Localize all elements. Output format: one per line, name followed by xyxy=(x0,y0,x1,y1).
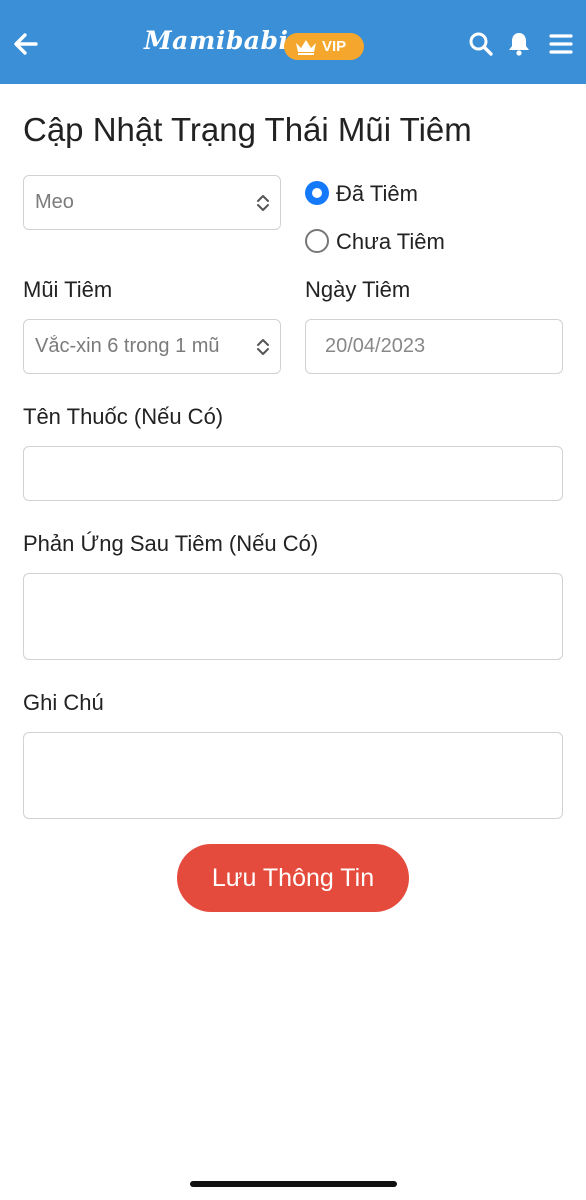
menu-button[interactable] xyxy=(547,30,575,58)
app-logo[interactable]: Mamibabi xyxy=(144,26,288,55)
vaccine-select-value: Vắc-xin 6 trong 1 mũ xyxy=(35,335,220,357)
medicine-input[interactable] xyxy=(23,446,563,501)
back-button[interactable] xyxy=(10,28,42,60)
notification-button[interactable] xyxy=(505,30,533,58)
child-select-value: Meo xyxy=(35,191,74,213)
note-label: Ghi Chú xyxy=(23,690,104,715)
note-textarea[interactable] xyxy=(23,732,563,819)
radio-selected-icon xyxy=(305,181,329,205)
save-button[interactable]: Lưu Thông Tin xyxy=(177,844,409,912)
chevron-up-down-icon xyxy=(257,195,269,211)
date-input[interactable]: 20/04/2023 xyxy=(305,319,563,374)
page-title: Cập Nhật Trạng Thái Mũi Tiêm xyxy=(23,111,472,148)
vaccine-select[interactable]: Vắc-xin 6 trong 1 mũ xyxy=(23,319,281,374)
arrow-left-icon xyxy=(14,33,38,55)
date-label: Ngày Tiêm xyxy=(305,277,411,302)
vip-badge[interactable]: VIP xyxy=(284,33,364,60)
radio-unselected-icon xyxy=(305,229,329,253)
medicine-label: Tên Thuốc (Nếu Có) xyxy=(23,404,224,429)
search-icon xyxy=(469,32,493,56)
app-header: Mamibabi VIP xyxy=(0,0,586,84)
bell-icon xyxy=(509,33,529,56)
radio-da-tiem[interactable]: Đã Tiêm xyxy=(305,179,505,209)
radio-chua-tiem[interactable]: Chưa Tiêm xyxy=(305,227,505,257)
chevron-up-down-icon xyxy=(257,339,269,355)
search-button[interactable] xyxy=(467,30,495,58)
radio-label-chua-tiem: Chưa Tiêm xyxy=(336,229,445,254)
crown-icon xyxy=(296,40,316,55)
date-value: 20/04/2023 xyxy=(325,335,426,357)
hamburger-menu-icon xyxy=(549,34,573,54)
reaction-label: Phản Ứng Sau Tiêm (Nếu Có) xyxy=(23,531,319,556)
vaccine-label: Mũi Tiêm xyxy=(23,277,113,302)
vip-label: VIP xyxy=(322,38,347,55)
home-indicator xyxy=(190,1181,397,1187)
child-select[interactable]: Meo xyxy=(23,175,281,230)
reaction-textarea[interactable] xyxy=(23,573,563,660)
radio-label-da-tiem: Đã Tiêm xyxy=(336,181,418,206)
